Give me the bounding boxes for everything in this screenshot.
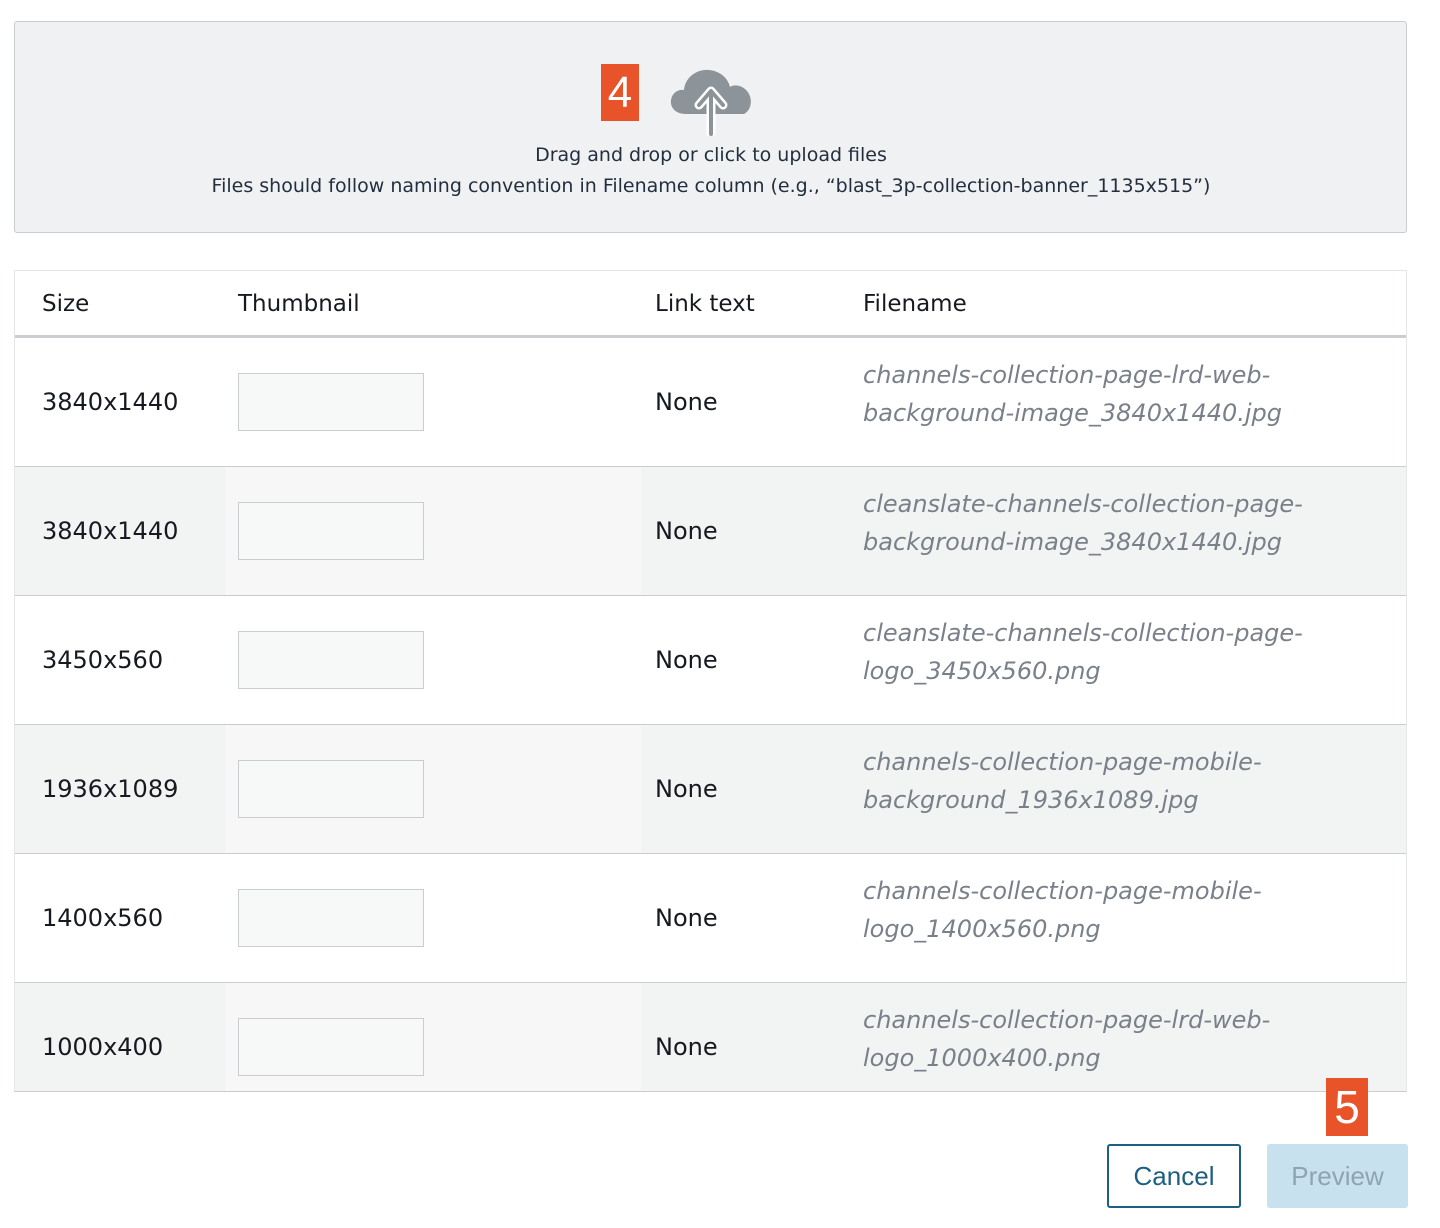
filename-line: channels-collection-page-lrd-web- [863,1006,1271,1034]
thumbnail-placeholder [238,760,424,818]
size-cell: 1400x560 [42,904,164,932]
step-badge-4: 4 [601,64,639,121]
table-row: 3450x560 None cleanslate-channels-collec… [15,596,1406,725]
filename-cell: cleanslate-channels-collection-page- bac… [863,485,1383,561]
link-text-cell: None [655,388,718,416]
files-table: Size Thumbnail Link text Filename 3840x1… [14,270,1407,1092]
thumbnail-placeholder [238,889,424,947]
header-link-text: Link text [655,291,755,317]
link-text-cell: None [655,775,718,803]
size-cell: 1000x400 [42,1033,164,1061]
link-text-cell: None [655,646,718,674]
filename-line: cleanslate-channels-collection-page- [863,619,1303,647]
table-row: 1000x400 None channels-collection-page-l… [15,983,1406,1091]
cloud-upload-icon [670,69,751,136]
size-cell: 3840x1440 [42,388,179,416]
thumbnail-placeholder [238,502,424,560]
step-badge-5: 5 [1326,1078,1368,1136]
thumbnail-placeholder [238,373,424,431]
header-filename: Filename [863,291,967,317]
table-row: 1400x560 None channels-collection-page-m… [15,854,1406,983]
upload-instruction: Drag and drop or click to upload files [535,144,887,166]
link-text-cell: None [655,1033,718,1061]
filename-line: channels-collection-page-lrd-web- [863,361,1271,389]
filename-line: logo_1400x560.png [863,915,1101,943]
filename-line: background_1936x1089.jpg [863,786,1199,814]
link-text-cell: None [655,517,718,545]
filename-line: channels-collection-page-mobile- [863,877,1262,905]
table-header: Size Thumbnail Link text Filename [15,271,1406,338]
cancel-button[interactable]: Cancel [1107,1144,1241,1208]
filename-cell: channels-collection-page-mobile- logo_14… [863,872,1383,948]
table-row: 1936x1089 None channels-collection-page-… [15,725,1406,854]
filename-cell: channels-collection-page-lrd-web- backgr… [863,356,1383,432]
thumbnail-placeholder [238,631,424,689]
filename-line: background-image_3840x1440.jpg [863,399,1283,427]
naming-convention-hint: Files should follow naming convention in… [211,175,1211,197]
size-cell: 3840x1440 [42,517,179,545]
filename-line: channels-collection-page-mobile- [863,748,1262,776]
size-cell: 3450x560 [42,646,164,674]
filename-cell: channels-collection-page-lrd-web- logo_1… [863,1001,1383,1077]
filename-line: background-image_3840x1440.jpg [863,528,1283,556]
filename-line: logo_1000x400.png [863,1044,1101,1072]
link-text-cell: None [655,904,718,932]
preview-button[interactable]: Preview [1267,1144,1408,1208]
filename-line: logo_3450x560.png [863,657,1101,685]
table-row: 3840x1440 None cleanslate-channels-colle… [15,467,1406,596]
header-thumbnail: Thumbnail [238,291,360,317]
table-row: 3840x1440 None channels-collection-page-… [15,338,1406,467]
filename-cell: channels-collection-page-mobile- backgro… [863,743,1383,819]
filename-cell: cleanslate-channels-collection-page- log… [863,614,1383,690]
header-size: Size [42,291,90,317]
size-cell: 1936x1089 [42,775,179,803]
thumbnail-placeholder [238,1018,424,1076]
filename-line: cleanslate-channels-collection-page- [863,490,1303,518]
